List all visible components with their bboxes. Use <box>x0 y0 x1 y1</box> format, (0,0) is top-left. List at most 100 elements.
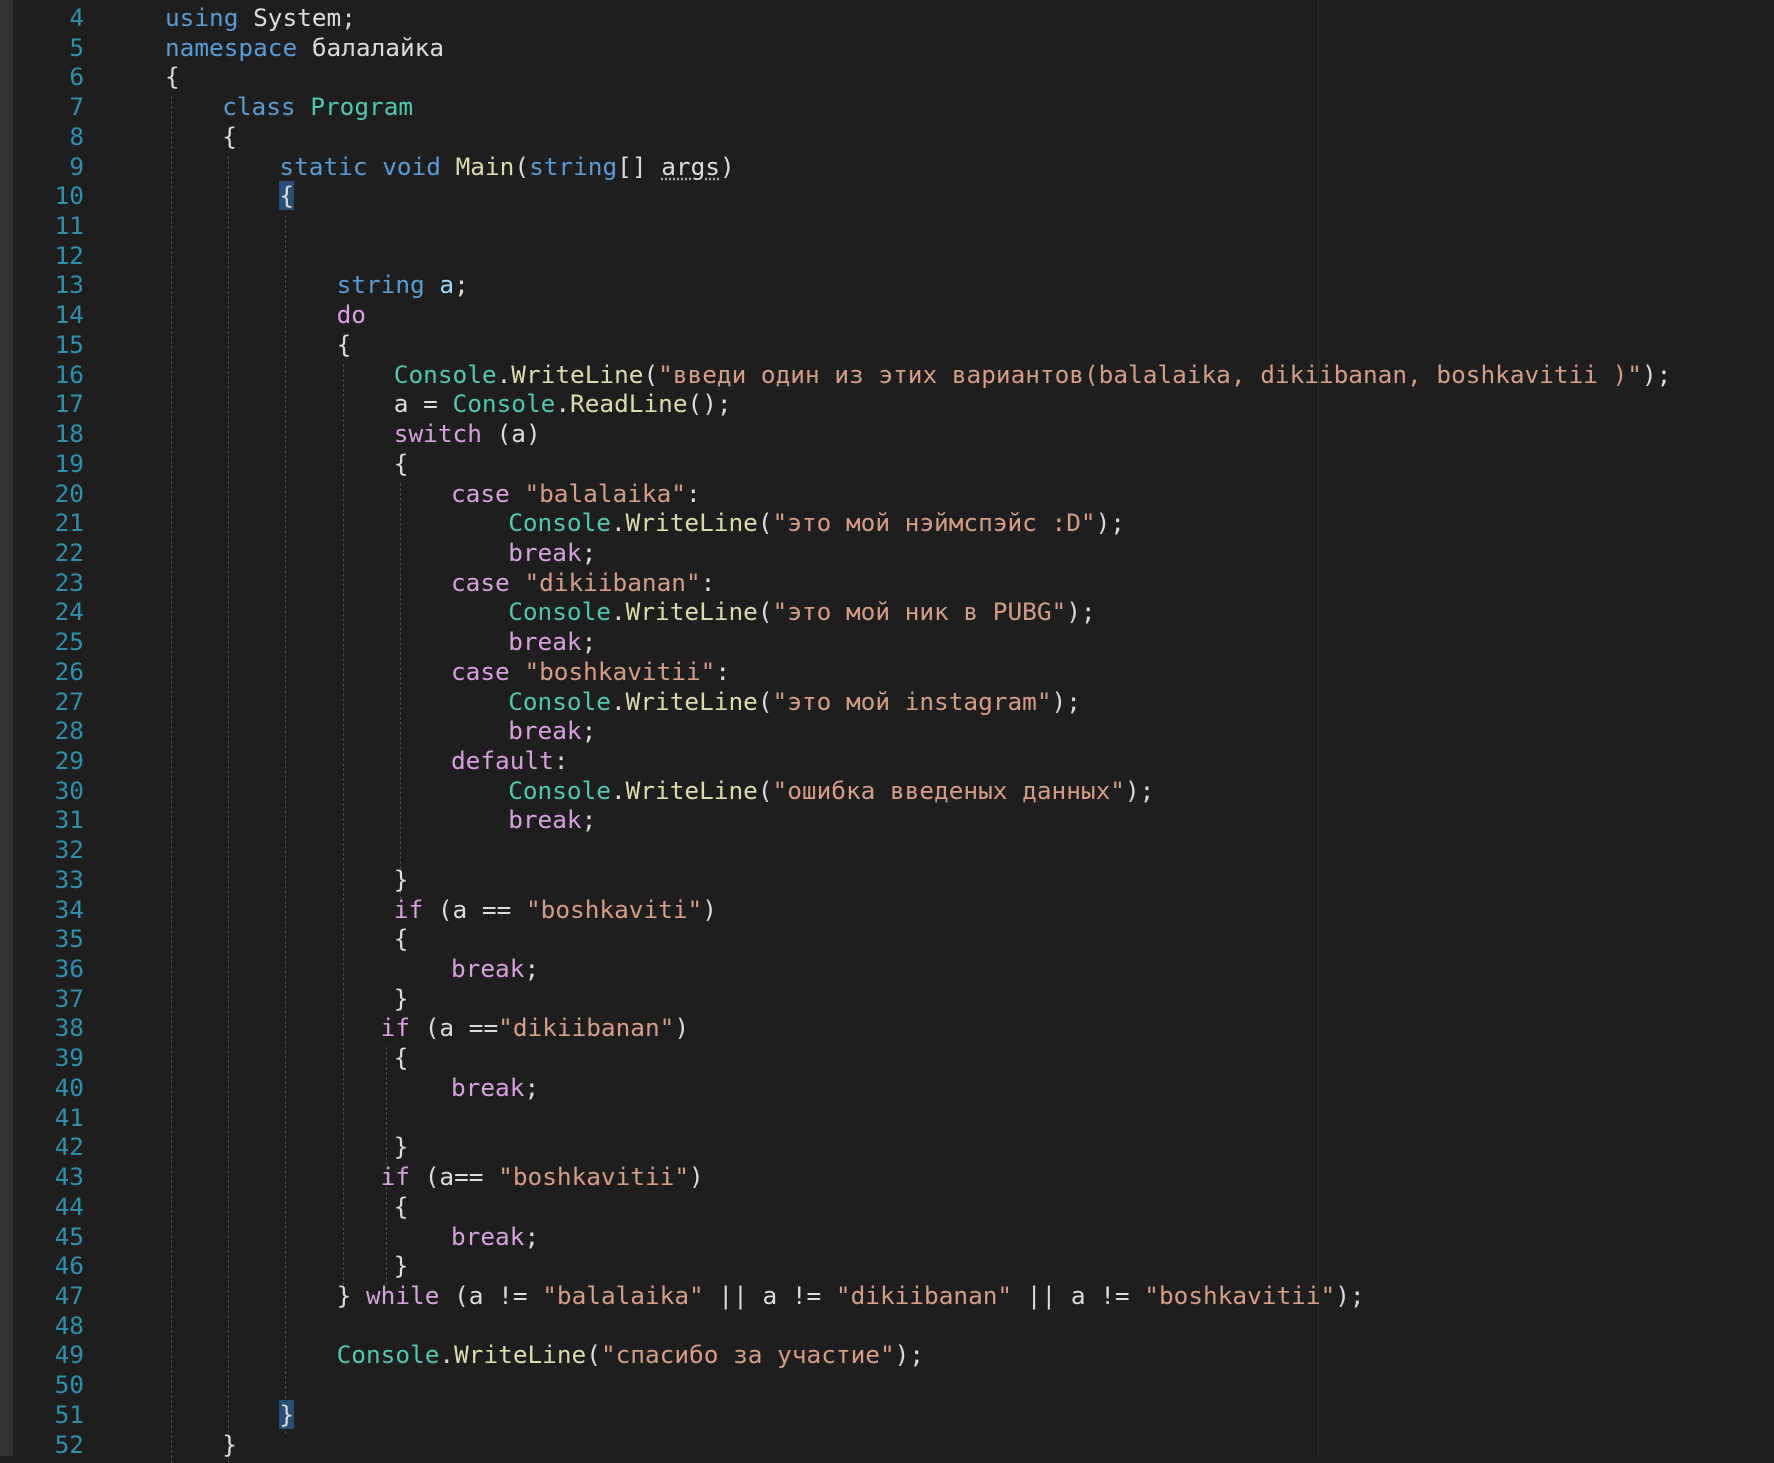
code-line[interactable]: 38 if (a =="dikiibanan") <box>0 1013 1774 1043</box>
code-text[interactable]: Console.WriteLine("это мой instagram"); <box>508 687 1081 717</box>
line-number: 44 <box>54 1191 84 1221</box>
code-line[interactable]: 30 Console.WriteLine("ошибка введеных дан… <box>0 776 1774 806</box>
code-line[interactable]: 42} <box>0 1132 1774 1162</box>
code-line[interactable]: 32 <box>0 835 1774 865</box>
code-line[interactable]: 22 break; <box>0 538 1774 568</box>
code-line[interactable]: 10 { <box>0 181 1774 211</box>
line-number: 5 <box>69 32 84 62</box>
code-text[interactable]: break; <box>451 954 539 984</box>
code-line[interactable]: 24 Console.WriteLine("это мой ник в PUBG"… <box>0 597 1774 627</box>
code-line[interactable]: 52} <box>0 1430 1774 1460</box>
code-text[interactable]: { <box>279 181 295 211</box>
code-text[interactable]: break; <box>451 1222 539 1252</box>
code-text[interactable]: class Program <box>222 92 413 122</box>
code-line[interactable]: 5 namespace балалайка <box>0 33 1774 63</box>
code-line[interactable]: 23 case "dikiibanan": <box>0 568 1774 598</box>
code-text[interactable]: Console.WriteLine("это мой нэймспэйс :D"… <box>508 508 1125 538</box>
code-line[interactable]: 21 Console.WriteLine("это мой нэймспэйс :… <box>0 508 1774 538</box>
code-text[interactable]: namespace балалайка <box>165 33 444 63</box>
code-text[interactable]: } while (a != "balalaika" || a != "dikii… <box>337 1281 1365 1311</box>
code-line[interactable]: 15 { <box>0 330 1774 360</box>
code-line[interactable]: 26 case "boshkavitii": <box>0 657 1774 687</box>
code-text[interactable]: case "dikiibanan": <box>451 568 715 598</box>
code-line[interactable]: 7 class Program <box>0 92 1774 122</box>
code-text[interactable]: using System; <box>165 3 356 33</box>
code-text[interactable]: } <box>222 1430 237 1460</box>
code-line[interactable]: 18 switch (a) <box>0 419 1774 449</box>
code-text[interactable]: Console.WriteLine("это мой ник в PUBG"); <box>508 597 1095 627</box>
code-text[interactable]: break; <box>508 805 596 835</box>
code-text[interactable]: case "boshkavitii": <box>451 657 730 687</box>
code-text[interactable]: } <box>394 984 409 1014</box>
code-text[interactable]: } <box>394 1251 409 1281</box>
code-line[interactable]: 6{ <box>0 62 1774 92</box>
code-line[interactable]: 8{ <box>0 122 1774 152</box>
code-line[interactable]: 27 Console.WriteLine("это мой instagram")… <box>0 687 1774 717</box>
code-line[interactable]: 41 <box>0 1103 1774 1133</box>
code-editor[interactable]: 4 using System; 5 namespace балалайка 6{7 cla… <box>0 0 1774 1463</box>
code-text[interactable]: break; <box>451 1073 539 1103</box>
code-line[interactable]: 33} <box>0 865 1774 895</box>
code-text[interactable]: } <box>279 1399 295 1430</box>
code-text[interactable]: static void Main(string[] args) <box>279 152 734 182</box>
variable-token: a <box>439 270 455 300</box>
code-text[interactable]: Console.WriteLine("ошибка введеных данны… <box>508 776 1154 806</box>
code-text[interactable]: { <box>394 1043 409 1073</box>
code-line[interactable]: 35 { <box>0 924 1774 954</box>
code-text[interactable]: break; <box>508 538 596 568</box>
code-line[interactable]: 50 <box>0 1370 1774 1400</box>
code-line[interactable]: 44 { <box>0 1192 1774 1222</box>
code-text[interactable]: break; <box>508 627 596 657</box>
code-text[interactable]: { <box>394 1192 409 1222</box>
code-line[interactable]: 4 using System; <box>0 3 1774 33</box>
code-line[interactable]: 48 <box>0 1311 1774 1341</box>
code-line[interactable]: 34 if (a == "boshkaviti") <box>0 895 1774 925</box>
code-line[interactable]: 11 <box>0 211 1774 241</box>
code-line[interactable]: 28 break; <box>0 716 1774 746</box>
code-text[interactable]: if (a =="dikiibanan") <box>337 1013 689 1043</box>
code-text[interactable]: Console.WriteLine("спасибо за участие"); <box>337 1340 924 1370</box>
code-line[interactable]: 39 { <box>0 1043 1774 1073</box>
code-line[interactable]: 9 static void Main(string[] args) <box>0 152 1774 182</box>
code-line[interactable]: 12 <box>0 241 1774 271</box>
code-line[interactable]: 17 a = Console.ReadLine(); <box>0 389 1774 419</box>
code-line[interactable]: 49 Console.WriteLine("спасибо за участие"… <box>0 1340 1774 1370</box>
code-text[interactable]: { <box>394 924 409 954</box>
code-line[interactable]: 40 break; <box>0 1073 1774 1103</box>
code-text[interactable]: switch (a) <box>394 419 541 449</box>
code-line[interactable]: 36 break; <box>0 954 1774 984</box>
code-text[interactable]: string a; <box>337 270 469 300</box>
code-line[interactable]: 37} <box>0 984 1774 1014</box>
code-text[interactable]: Console.WriteLine("введи один из этих ва… <box>394 360 1672 390</box>
code-text[interactable]: do <box>337 300 366 330</box>
string-literal-token: "dikiibanan" <box>524 567 701 597</box>
code-line[interactable]: 47} while (a != "balalaika" || a != "dik… <box>0 1281 1774 1311</box>
code-line[interactable]: 25 break; <box>0 627 1774 657</box>
code-text[interactable]: break; <box>508 716 596 746</box>
code-line[interactable]: 14 do <box>0 300 1774 330</box>
code-text[interactable]: a = Console.ReadLine(); <box>394 389 732 419</box>
code-text[interactable]: { <box>165 62 180 92</box>
code-line[interactable]: 45 break; <box>0 1222 1774 1252</box>
code-line[interactable]: 46} <box>0 1251 1774 1281</box>
code-line[interactable]: 20 case "balalaika": <box>0 479 1774 509</box>
code-text[interactable]: if (a == "boshkaviti") <box>394 895 717 925</box>
code-line[interactable]: 43 if (a== "boshkavitii") <box>0 1162 1774 1192</box>
code-line[interactable]: 31 break; <box>0 805 1774 835</box>
code-line[interactable]: 51} <box>0 1399 1774 1430</box>
code-text[interactable]: default: <box>451 746 568 776</box>
code-text[interactable]: { <box>394 449 409 479</box>
code-text[interactable]: } <box>394 1132 409 1162</box>
line-number: 27 <box>54 686 84 716</box>
code-text[interactable]: { <box>337 330 352 360</box>
code-line[interactable]: 19 { <box>0 449 1774 479</box>
method-name-token: ReadLine <box>570 389 688 419</box>
code-text[interactable]: { <box>222 122 237 152</box>
code-line[interactable]: 13 string a; <box>0 270 1774 300</box>
code-text[interactable]: if (a== "boshkavitii") <box>337 1162 704 1192</box>
code-line[interactable]: 29 default: <box>0 746 1774 776</box>
code-line[interactable]: 16 Console.WriteLine("введи один из этих … <box>0 360 1774 390</box>
code-text[interactable]: } <box>394 865 409 895</box>
code-text[interactable]: case "balalaika": <box>451 479 701 509</box>
